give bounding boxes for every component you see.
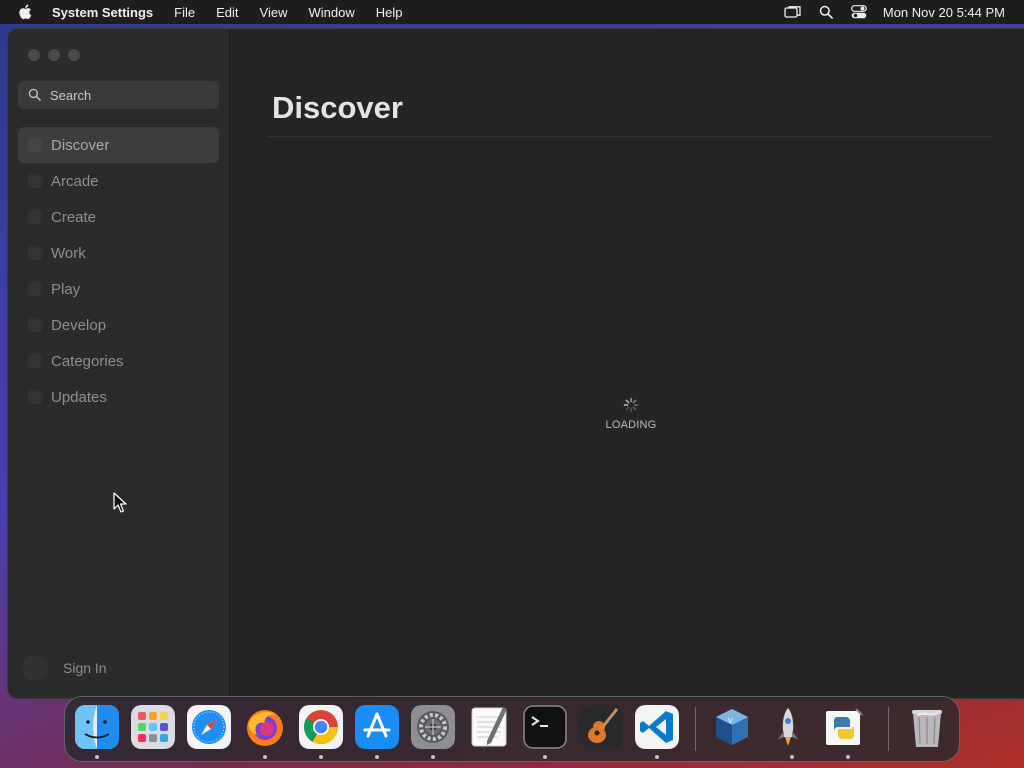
sidebar-item-label: Play <box>51 280 81 298</box>
menu-app-name[interactable]: System Settings <box>52 5 153 20</box>
title-divider <box>268 136 992 137</box>
menu-edit[interactable]: Edit <box>216 5 238 20</box>
app-store-icon[interactable] <box>355 705 399 749</box>
main-content: Discover LOADING <box>230 29 1024 698</box>
svg-text:V: V <box>728 718 733 725</box>
sidebar-item-label: Create <box>51 208 97 226</box>
rocket-app-icon[interactable] <box>766 705 810 749</box>
screen-mirroring-icon[interactable] <box>784 4 802 20</box>
spotlight-search-icon[interactable] <box>817 4 835 20</box>
sidebar-item-develop[interactable]: Develop <box>18 307 219 343</box>
avatar <box>22 655 48 681</box>
search-field[interactable] <box>18 81 219 109</box>
rocket-icon <box>28 282 42 296</box>
terminal-icon[interactable] <box>523 705 567 749</box>
vscode-icon[interactable] <box>635 705 679 749</box>
menu-window[interactable]: Window <box>308 5 354 20</box>
chrome-icon[interactable] <box>299 705 343 749</box>
sidebar: Discover Arcade Create Work Play <box>8 29 230 698</box>
running-indicator <box>543 755 547 759</box>
sidebar-item-play[interactable]: Play <box>18 271 219 307</box>
system-settings-icon[interactable] <box>411 705 455 749</box>
mouse-cursor-icon <box>113 492 127 513</box>
running-indicator <box>790 755 794 759</box>
apple-icon[interactable] <box>18 4 34 20</box>
running-indicator <box>655 755 659 759</box>
sign-in-button[interactable]: Sign In <box>22 655 107 681</box>
menu-help[interactable]: Help <box>376 5 403 20</box>
python-launcher-icon[interactable] <box>822 705 866 749</box>
sidebar-item-label: Categories <box>51 352 124 370</box>
running-indicator <box>263 755 267 759</box>
page-title: Discover <box>272 90 403 125</box>
sidebar-item-updates[interactable]: Updates <box>18 379 219 415</box>
dock: V <box>64 696 960 762</box>
sidebar-item-discover[interactable]: Discover <box>18 127 219 163</box>
sidebar-item-categories[interactable]: Categories <box>18 343 219 379</box>
zoom-window-button[interactable] <box>68 49 80 61</box>
sidebar-item-label: Work <box>51 244 86 262</box>
menu-clock[interactable]: Mon Nov 20 5:44 PM <box>883 5 1005 20</box>
paintbrush-icon <box>28 210 42 224</box>
search-input[interactable] <box>50 87 200 103</box>
sign-in-label: Sign In <box>63 660 107 676</box>
running-indicator <box>846 755 850 759</box>
spinner-icon <box>623 397 639 413</box>
sidebar-nav: Discover Arcade Create Work Play Develop… <box>18 127 219 415</box>
download-icon <box>28 390 42 404</box>
minimize-window-button[interactable] <box>48 49 60 61</box>
loading-text: LOADING <box>605 419 657 431</box>
trash-icon[interactable] <box>905 705 949 749</box>
running-indicator <box>375 755 379 759</box>
menu-bar: System Settings File Edit View Window He… <box>0 0 1024 24</box>
joystick-icon <box>28 174 42 188</box>
loading-indicator: LOADING <box>590 397 672 431</box>
close-window-button[interactable] <box>28 49 40 61</box>
sidebar-item-label: Arcade <box>51 172 99 190</box>
finder-icon[interactable] <box>75 705 119 749</box>
search-icon <box>28 88 42 102</box>
desktop: System Settings File Edit View Window He… <box>0 0 1024 768</box>
running-indicator <box>431 755 435 759</box>
sidebar-item-label: Develop <box>51 316 107 334</box>
hammer-icon <box>28 318 42 332</box>
paperplane-icon <box>28 246 42 260</box>
virtualbox-icon[interactable]: V <box>710 705 754 749</box>
safari-icon[interactable] <box>187 705 231 749</box>
app-window: Discover Arcade Create Work Play <box>8 29 1024 698</box>
dock-separator <box>695 707 696 751</box>
menu-view[interactable]: View <box>260 5 288 20</box>
launchpad-icon[interactable] <box>131 705 175 749</box>
garageband-icon[interactable] <box>579 705 623 749</box>
running-indicator <box>95 755 99 759</box>
textedit-icon[interactable] <box>467 705 511 749</box>
sidebar-item-work[interactable]: Work <box>18 235 219 271</box>
sidebar-item-create[interactable]: Create <box>18 199 219 235</box>
sidebar-item-label: Updates <box>51 388 107 406</box>
grid-icon <box>28 354 42 368</box>
star-icon <box>28 138 42 152</box>
control-center-icon[interactable] <box>850 4 868 20</box>
dock-separator <box>888 707 889 751</box>
firefox-icon[interactable] <box>243 705 287 749</box>
sidebar-item-label: Discover <box>51 136 110 154</box>
running-indicator <box>319 755 323 759</box>
sidebar-item-arcade[interactable]: Arcade <box>18 163 219 199</box>
menu-file[interactable]: File <box>174 5 195 20</box>
